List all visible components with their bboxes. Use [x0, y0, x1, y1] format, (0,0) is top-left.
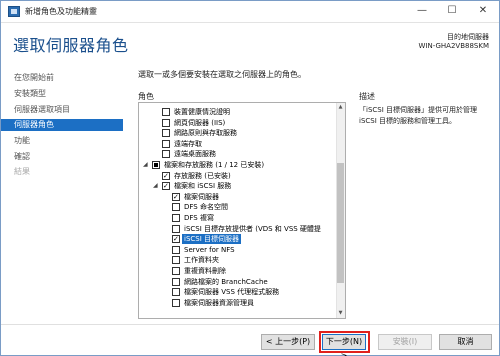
description-label: 描述 [359, 92, 375, 101]
role-row[interactable]: Server for NFS [163, 245, 345, 255]
page-title: 選取伺服器角色 [13, 36, 129, 55]
role-row[interactable]: 網路原則與存取服務 [153, 128, 345, 138]
roles-label: 角色 [138, 92, 154, 101]
nav-item-features[interactable]: 功能 [1, 135, 123, 147]
role-row[interactable]: iSCSI 目標伺服器 [163, 234, 345, 245]
role-label: 檔案伺服器 [184, 192, 219, 201]
install-button: 安裝(I) [378, 334, 432, 350]
role-checkbox[interactable] [162, 118, 170, 127]
expand-arrow-icon[interactable]: ◢ [143, 160, 151, 170]
destination-server-label: 目的地伺服器 [447, 33, 489, 41]
minimize-button[interactable]: — [407, 1, 437, 22]
server-manager-icon [8, 6, 20, 17]
role-label: DFS 命名空間 [184, 203, 228, 212]
role-checkbox[interactable] [162, 171, 170, 180]
role-row[interactable]: 檔案伺服器 VSS 代理程式服務 [163, 287, 345, 297]
role-checkbox[interactable] [162, 150, 170, 159]
role-checkbox[interactable] [162, 108, 170, 116]
role-row[interactable]: iSCSI 目標存放提供者 (VDS 和 VSS 硬體提 [163, 224, 345, 234]
role-checkbox[interactable] [172, 288, 180, 297]
role-label: 網頁伺服器 (IIS) [174, 118, 226, 127]
scroll-down-arrow-icon[interactable]: ▼ [336, 309, 345, 318]
role-checkbox[interactable] [162, 129, 170, 138]
destination-server-name: WIN-GHA2VB88SKM [418, 42, 489, 50]
role-label: DFS 複寫 [184, 214, 214, 222]
title-bar: 新增角色及功能精靈 — ☐ ✕ [1, 1, 499, 23]
role-row[interactable]: 網頁伺服器 (IIS) [153, 118, 345, 128]
role-label: 檔案和 iSCSI 服務 [174, 182, 232, 191]
role-row[interactable]: 檔案伺服器資源管理員 [163, 298, 345, 308]
nav-item-installation-type[interactable]: 安裝類型 [1, 88, 123, 100]
role-label: iSCSI 目標存放提供者 (VDS 和 VSS 硬體提 [184, 224, 321, 233]
role-label: 遠端存取 [174, 139, 202, 148]
role-checkbox[interactable] [172, 214, 180, 222]
role-checkbox[interactable] [162, 139, 170, 148]
role-label: 網路檔案的 BranchCache [184, 277, 268, 286]
role-row[interactable]: DFS 命名空間 [163, 202, 345, 212]
role-label: iSCSI 目標伺服器 [182, 234, 242, 245]
nav-item-server-selection[interactable]: 伺服器選取項目 [1, 104, 123, 116]
role-row[interactable]: 檔案伺服器 [163, 192, 345, 202]
wizard-window: 新增角色及功能精靈 — ☐ ✕ 選取伺服器角色 目的地伺服器 WIN-GHA2V… [0, 0, 500, 356]
role-row[interactable]: ◢ 檔案和 iSCSI 服務 [153, 181, 345, 191]
role-row[interactable]: 工作資料夾 [163, 255, 345, 265]
wizard-nav: 在您開始前 安裝類型 伺服器選取項目 伺服器角色 功能 確認 結果 [1, 69, 123, 319]
expand-arrow-icon[interactable]: ◢ [153, 181, 161, 191]
role-checkbox[interactable] [172, 298, 180, 307]
role-label: 檔案伺服器資源管理員 [184, 298, 254, 307]
next-button-highlight [319, 331, 370, 353]
role-label: 檔案伺服器 VSS 代理程式服務 [184, 288, 280, 297]
role-label: 網路原則與存取服務 [174, 129, 237, 138]
role-checkbox[interactable] [172, 192, 180, 201]
nav-item-server-roles[interactable]: 伺服器角色 [1, 119, 123, 131]
nav-item-before-you-begin[interactable]: 在您開始前 [1, 72, 123, 84]
close-button[interactable]: ✕ [467, 1, 499, 22]
maximize-button[interactable]: ☐ [437, 1, 467, 22]
role-checkbox[interactable] [172, 277, 180, 286]
role-checkbox[interactable] [162, 182, 170, 191]
instruction-text: 選取一或多個要安裝在選取之伺服器上的角色。 [138, 70, 306, 79]
role-row[interactable]: DFS 複寫 [163, 213, 345, 223]
footer-divider [1, 324, 499, 325]
role-checkbox[interactable] [152, 161, 160, 169]
window-title: 新增角色及功能精靈 [25, 7, 97, 16]
role-row[interactable]: 遠端存取 [153, 139, 345, 149]
page-header: 選取伺服器角色 目的地伺服器 WIN-GHA2VB88SKM [1, 23, 499, 63]
previous-button[interactable]: < 上一步(P) [261, 334, 315, 350]
role-checkbox[interactable] [172, 224, 180, 233]
role-row[interactable]: 遠端桌面服務 [153, 149, 345, 159]
roles-tree[interactable]: ▲ ▼ 裝置健康情況證明 網頁伺服器 (IIS) 網路原則與存取服務 遠端存取 遠端桌面… [138, 102, 346, 319]
role-row[interactable]: 存放服務 (已安裝) [153, 171, 345, 181]
nav-item-results: 結果 [14, 167, 30, 176]
role-row[interactable]: 網路檔案的 BranchCache [163, 277, 345, 287]
role-checkbox[interactable] [172, 256, 180, 265]
role-checkbox[interactable] [172, 235, 180, 244]
role-row[interactable]: 重複資料刪除 [163, 266, 345, 276]
description-text: 「iSCSI 目標伺服器」提供可用於管理 iSCSI 目標的服務和管理工具。 [359, 106, 478, 125]
role-row[interactable]: 裝置健康情況證明 [153, 107, 345, 117]
role-label: 重複資料刪除 [184, 267, 226, 275]
cancel-button[interactable]: 取消 [439, 334, 492, 350]
nav-item-confirmation[interactable]: 確認 [1, 151, 123, 163]
role-label: Server for NFS [184, 245, 235, 254]
role-label: 遠端桌面服務 [174, 150, 216, 159]
role-checkbox[interactable] [172, 267, 180, 275]
role-label: 檔案和存放服務 (1 / 12 已安裝) [164, 161, 265, 169]
role-row[interactable]: ◢ 檔案和存放服務 (1 / 12 已安裝) [143, 160, 338, 170]
role-checkbox[interactable] [172, 203, 180, 212]
role-label: 存放服務 (已安裝) [174, 171, 231, 180]
role-checkbox[interactable] [172, 245, 180, 254]
role-label: 裝置健康情況證明 [174, 108, 230, 116]
role-label: 工作資料夾 [184, 256, 219, 265]
